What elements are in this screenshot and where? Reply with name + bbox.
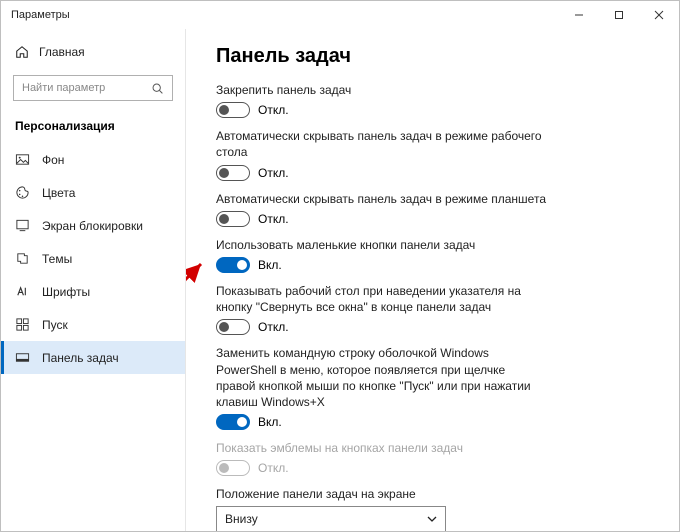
- toggle-state-text: Откл.: [258, 212, 289, 226]
- setting-label: Показать эмблемы на кнопках панели задач: [216, 440, 546, 456]
- toggle-state-text: Откл.: [258, 103, 289, 117]
- sidebar: Главная Найти параметр Персонализация Фо…: [1, 29, 186, 531]
- toggle-peek-desktop[interactable]: [216, 319, 250, 335]
- picture-icon: [15, 152, 30, 167]
- toggle-lock-taskbar[interactable]: [216, 102, 250, 118]
- chevron-down-icon: [427, 514, 437, 524]
- setting-badges: Показать эмблемы на кнопках панели задач…: [216, 440, 657, 476]
- sidebar-item-start[interactable]: Пуск: [1, 308, 185, 341]
- maximize-icon: [614, 10, 624, 20]
- sidebar-item-background[interactable]: Фон: [1, 143, 185, 176]
- toggle-state-text: Откл.: [258, 166, 289, 180]
- themes-icon: [15, 251, 30, 266]
- setting-lock-taskbar: Закрепить панель задач Откл.: [216, 82, 657, 118]
- caption-buttons: [559, 1, 679, 29]
- sidebar-item-lockscreen[interactable]: Экран блокировки: [1, 209, 185, 242]
- sidebar-item-label: Экран блокировки: [42, 219, 143, 233]
- sidebar-item-themes[interactable]: Темы: [1, 242, 185, 275]
- toggle-small-buttons[interactable]: [216, 257, 250, 273]
- toggle-badges: [216, 460, 250, 476]
- setting-label: Показывать рабочий стол при наведении ук…: [216, 283, 546, 315]
- home-icon: [15, 45, 29, 59]
- sidebar-item-fonts[interactable]: Шрифты: [1, 275, 185, 308]
- window-title: Параметры: [11, 9, 70, 21]
- setting-autohide-desktop: Автоматически скрывать панель задач в ре…: [216, 128, 657, 180]
- page-title: Панель задач: [216, 45, 657, 68]
- sidebar-item-colors[interactable]: Цвета: [1, 176, 185, 209]
- sidebar-item-label: Шрифты: [42, 285, 90, 299]
- sidebar-item-taskbar[interactable]: Панель задач: [1, 341, 185, 374]
- content-pane: Панель задач Закрепить панель задач Откл…: [186, 29, 679, 531]
- titlebar: Параметры: [1, 1, 679, 29]
- setting-label: Использовать маленькие кнопки панели зад…: [216, 237, 546, 253]
- sidebar-item-label: Цвета: [42, 186, 75, 200]
- setting-taskbar-position: Положение панели задач на экране Внизу: [216, 486, 657, 531]
- start-icon: [15, 317, 30, 332]
- settings-window: Параметры Главная Найти параметр Персона: [0, 0, 680, 532]
- setting-small-buttons: Использовать маленькие кнопки панели зад…: [216, 237, 657, 273]
- setting-peek-desktop: Показывать рабочий стол при наведении ук…: [216, 283, 657, 335]
- search-placeholder: Найти параметр: [22, 82, 151, 94]
- toggle-autohide-desktop[interactable]: [216, 165, 250, 181]
- palette-icon: [15, 185, 30, 200]
- toggle-state-text: Вкл.: [258, 415, 282, 429]
- window-body: Главная Найти параметр Персонализация Фо…: [1, 29, 679, 531]
- dropdown-taskbar-position[interactable]: Внизу: [216, 506, 446, 531]
- dropdown-value: Внизу: [225, 512, 427, 526]
- toggle-state-text: Вкл.: [258, 258, 282, 272]
- close-button[interactable]: [639, 1, 679, 29]
- setting-label: Автоматически скрывать панель задач в ре…: [216, 128, 546, 160]
- toggle-state-text: Откл.: [258, 320, 289, 334]
- setting-label: Положение панели задач на экране: [216, 486, 546, 502]
- sidebar-item-label: Пуск: [42, 318, 68, 332]
- minimize-icon: [574, 10, 584, 20]
- taskbar-icon: [15, 350, 30, 365]
- close-icon: [654, 10, 664, 20]
- minimize-button[interactable]: [559, 1, 599, 29]
- maximize-button[interactable]: [599, 1, 639, 29]
- fonts-icon: [15, 284, 30, 299]
- search-input[interactable]: Найти параметр: [13, 75, 173, 101]
- setting-label: Закрепить панель задач: [216, 82, 546, 98]
- setting-label: Автоматически скрывать панель задач в ре…: [216, 191, 546, 207]
- sidebar-home[interactable]: Главная: [1, 39, 185, 65]
- lockscreen-icon: [15, 218, 30, 233]
- sidebar-section-title: Персонализация: [1, 113, 185, 143]
- setting-autohide-tablet: Автоматически скрывать панель задач в ре…: [216, 191, 657, 227]
- toggle-powershell[interactable]: [216, 414, 250, 430]
- toggle-autohide-tablet[interactable]: [216, 211, 250, 227]
- setting-label: Заменить командную строку оболочкой Wind…: [216, 345, 546, 410]
- sidebar-item-label: Фон: [42, 153, 64, 167]
- nav-list: Фон Цвета Экран блокировки Темы Шрифты: [1, 143, 185, 374]
- sidebar-item-label: Темы: [42, 252, 72, 266]
- setting-powershell: Заменить командную строку оболочкой Wind…: [216, 345, 657, 430]
- sidebar-item-label: Панель задач: [42, 351, 119, 365]
- search-icon: [151, 82, 164, 95]
- toggle-state-text: Откл.: [258, 461, 289, 475]
- sidebar-home-label: Главная: [39, 45, 85, 59]
